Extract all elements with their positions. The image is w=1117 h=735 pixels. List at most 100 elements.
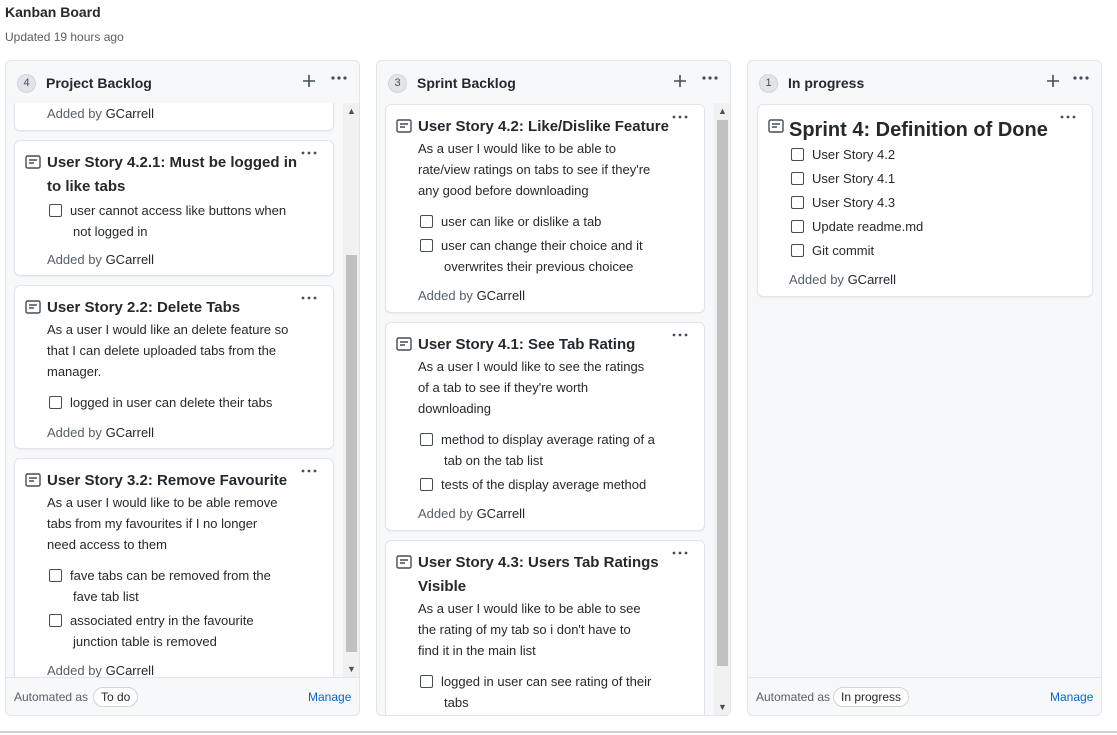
column-header: 1 In progress <box>748 61 1101 103</box>
checkbox-icon[interactable] <box>791 148 804 161</box>
column-title: Project Backlog <box>46 75 152 91</box>
checkbox-icon[interactable] <box>420 478 433 491</box>
scroll-down-arrow-icon[interactable]: ▼ <box>714 699 730 715</box>
column-scrollbar[interactable]: ▲ ▼ <box>714 103 730 715</box>
added-by-user[interactable]: GCarrell <box>848 272 896 287</box>
card-menu-button[interactable] <box>300 145 318 162</box>
note-card[interactable]: User Story 4.3: Users Tab Ratings Visibl… <box>385 540 705 715</box>
checkbox-icon[interactable] <box>420 675 433 688</box>
checkbox-icon[interactable] <box>420 433 433 446</box>
scroll-down-arrow-icon[interactable]: ▼ <box>343 661 359 678</box>
added-by-user[interactable]: GCarrell <box>477 288 525 303</box>
task-item: User Story 4.1 <box>791 168 1081 189</box>
kebab-icon <box>301 151 317 155</box>
note-icon <box>25 155 41 169</box>
task-item: User Story 4.3 <box>791 192 1081 213</box>
board-header: Kanban Board Updated 19 hours ago <box>5 4 124 44</box>
added-by-user[interactable]: GCarrell <box>106 425 154 440</box>
card-menu-button[interactable] <box>1059 109 1077 126</box>
added-by-user[interactable]: GCarrell <box>106 252 154 267</box>
scroll-up-arrow-icon[interactable]: ▲ <box>343 103 359 120</box>
kebab-icon <box>672 551 688 555</box>
note-icon <box>396 555 412 569</box>
card-description: As a user I would like to be able to see… <box>418 601 641 658</box>
checkbox-icon[interactable] <box>791 172 804 185</box>
added-by-user[interactable]: GCarrell <box>106 106 154 121</box>
card-menu-button[interactable] <box>671 327 689 344</box>
scrollbar-thumb[interactable] <box>717 120 728 666</box>
added-by: Added by GCarrell <box>47 663 154 678</box>
card-title: User Story 4.3: Users Tab Ratings Visibl… <box>418 554 659 595</box>
column-card-list: Added by GCarrell User Story 4.2.1: Must… <box>6 103 359 678</box>
add-card-button[interactable] <box>673 72 687 92</box>
checkbox-icon[interactable] <box>791 244 804 257</box>
note-card[interactable]: User Story 4.2: Like/Dislike Feature As … <box>385 104 705 313</box>
add-card-button[interactable] <box>302 72 316 92</box>
column-menu-button[interactable] <box>701 70 719 89</box>
checkbox-icon[interactable] <box>49 204 62 217</box>
card-title: Sprint 4: Definition of Done <box>789 119 1048 141</box>
kebab-icon <box>672 115 688 119</box>
column-in-progress: 1 In progress Sprint 4: Definition of Do… <box>747 60 1102 716</box>
task-item: User Story 4.2 <box>791 144 1081 165</box>
automation-label: Automated as <box>14 690 89 704</box>
kebab-icon <box>301 469 317 473</box>
card-title: User Story 4.2.1: Must be logged in to l… <box>47 154 298 195</box>
added-by-user[interactable]: GCarrell <box>477 506 525 521</box>
task-item: user can change their choice and it over… <box>420 235 700 277</box>
checkbox-icon[interactable] <box>49 569 62 582</box>
checkbox-icon[interactable] <box>49 614 62 627</box>
scroll-up-arrow-icon[interactable]: ▲ <box>714 103 730 120</box>
board-title: Kanban Board <box>5 4 101 20</box>
manage-automation-link[interactable]: Manage <box>1050 690 1093 704</box>
note-card[interactable]: Sprint 4: Definition of Done User Story … <box>757 104 1093 297</box>
plus-icon <box>1047 75 1059 87</box>
column-project-backlog: 4 Project Backlog Added by GCarrell User… <box>5 60 360 716</box>
added-by-user[interactable]: GCarrell <box>106 663 154 678</box>
checkbox-icon[interactable] <box>791 220 804 233</box>
manage-automation-link[interactable]: Manage <box>308 690 351 704</box>
column-scrollbar[interactable]: ▲ ▼ <box>343 103 359 678</box>
card-title: User Story 3.2: Remove Favourite <box>47 472 288 489</box>
column-footer: Automated as To do Manage <box>6 677 359 715</box>
checkbox-icon[interactable] <box>49 396 62 409</box>
kebab-icon <box>331 76 347 80</box>
card-menu-button[interactable] <box>671 109 689 126</box>
added-by: Added by GCarrell <box>418 506 525 521</box>
card-menu-button[interactable] <box>671 545 689 562</box>
note-card[interactable]: User Story 3.2: Remove Favourite As a us… <box>14 458 334 678</box>
column-title: In progress <box>788 75 865 91</box>
note-card[interactable]: User Story 4.2.1: Must be logged in to l… <box>14 140 334 276</box>
card-menu-button[interactable] <box>300 290 318 307</box>
task-item: Git commit <box>791 240 1081 261</box>
note-card-partial[interactable]: Added by GCarrell <box>14 103 334 131</box>
added-by: Added by GCarrell <box>47 106 154 121</box>
task-item: tests of the display average method <box>420 474 700 495</box>
checkbox-icon[interactable] <box>420 239 433 252</box>
column-header: 3 Sprint Backlog <box>377 61 730 103</box>
note-card[interactable]: User Story 2.2: Delete Tabs As a user I … <box>14 285 334 449</box>
task-item: logged in user can see rating of their t… <box>420 671 700 713</box>
scrollbar-thumb[interactable] <box>346 255 357 652</box>
checkbox-icon[interactable] <box>420 215 433 228</box>
column-sprint-backlog: 3 Sprint Backlog User Story 4.2: Like/Di… <box>376 60 731 716</box>
plus-icon <box>674 75 686 87</box>
kebab-icon <box>672 333 688 337</box>
note-card[interactable]: User Story 4.1: See Tab Rating As a user… <box>385 322 705 531</box>
card-title: User Story 4.1: See Tab Rating <box>418 336 636 353</box>
column-card-count: 4 <box>17 74 36 93</box>
card-title: User Story 4.2: Like/Dislike Feature <box>418 118 669 135</box>
column-menu-button[interactable] <box>1072 70 1090 89</box>
column-menu-button[interactable] <box>330 70 348 89</box>
add-card-button[interactable] <box>1046 72 1060 92</box>
board-updated-timestamp: Updated 19 hours ago <box>5 30 124 44</box>
note-icon <box>768 119 784 133</box>
column-card-count: 1 <box>759 74 778 93</box>
task-item: associated entry in the favourite juncti… <box>49 610 329 652</box>
added-by: Added by GCarrell <box>47 425 154 440</box>
column-card-count: 3 <box>388 74 407 93</box>
checkbox-icon[interactable] <box>791 196 804 209</box>
column-card-list: User Story 4.2: Like/Dislike Feature As … <box>377 103 730 715</box>
task-item: fave tabs can be removed from the fave t… <box>49 565 329 607</box>
card-menu-button[interactable] <box>300 463 318 480</box>
